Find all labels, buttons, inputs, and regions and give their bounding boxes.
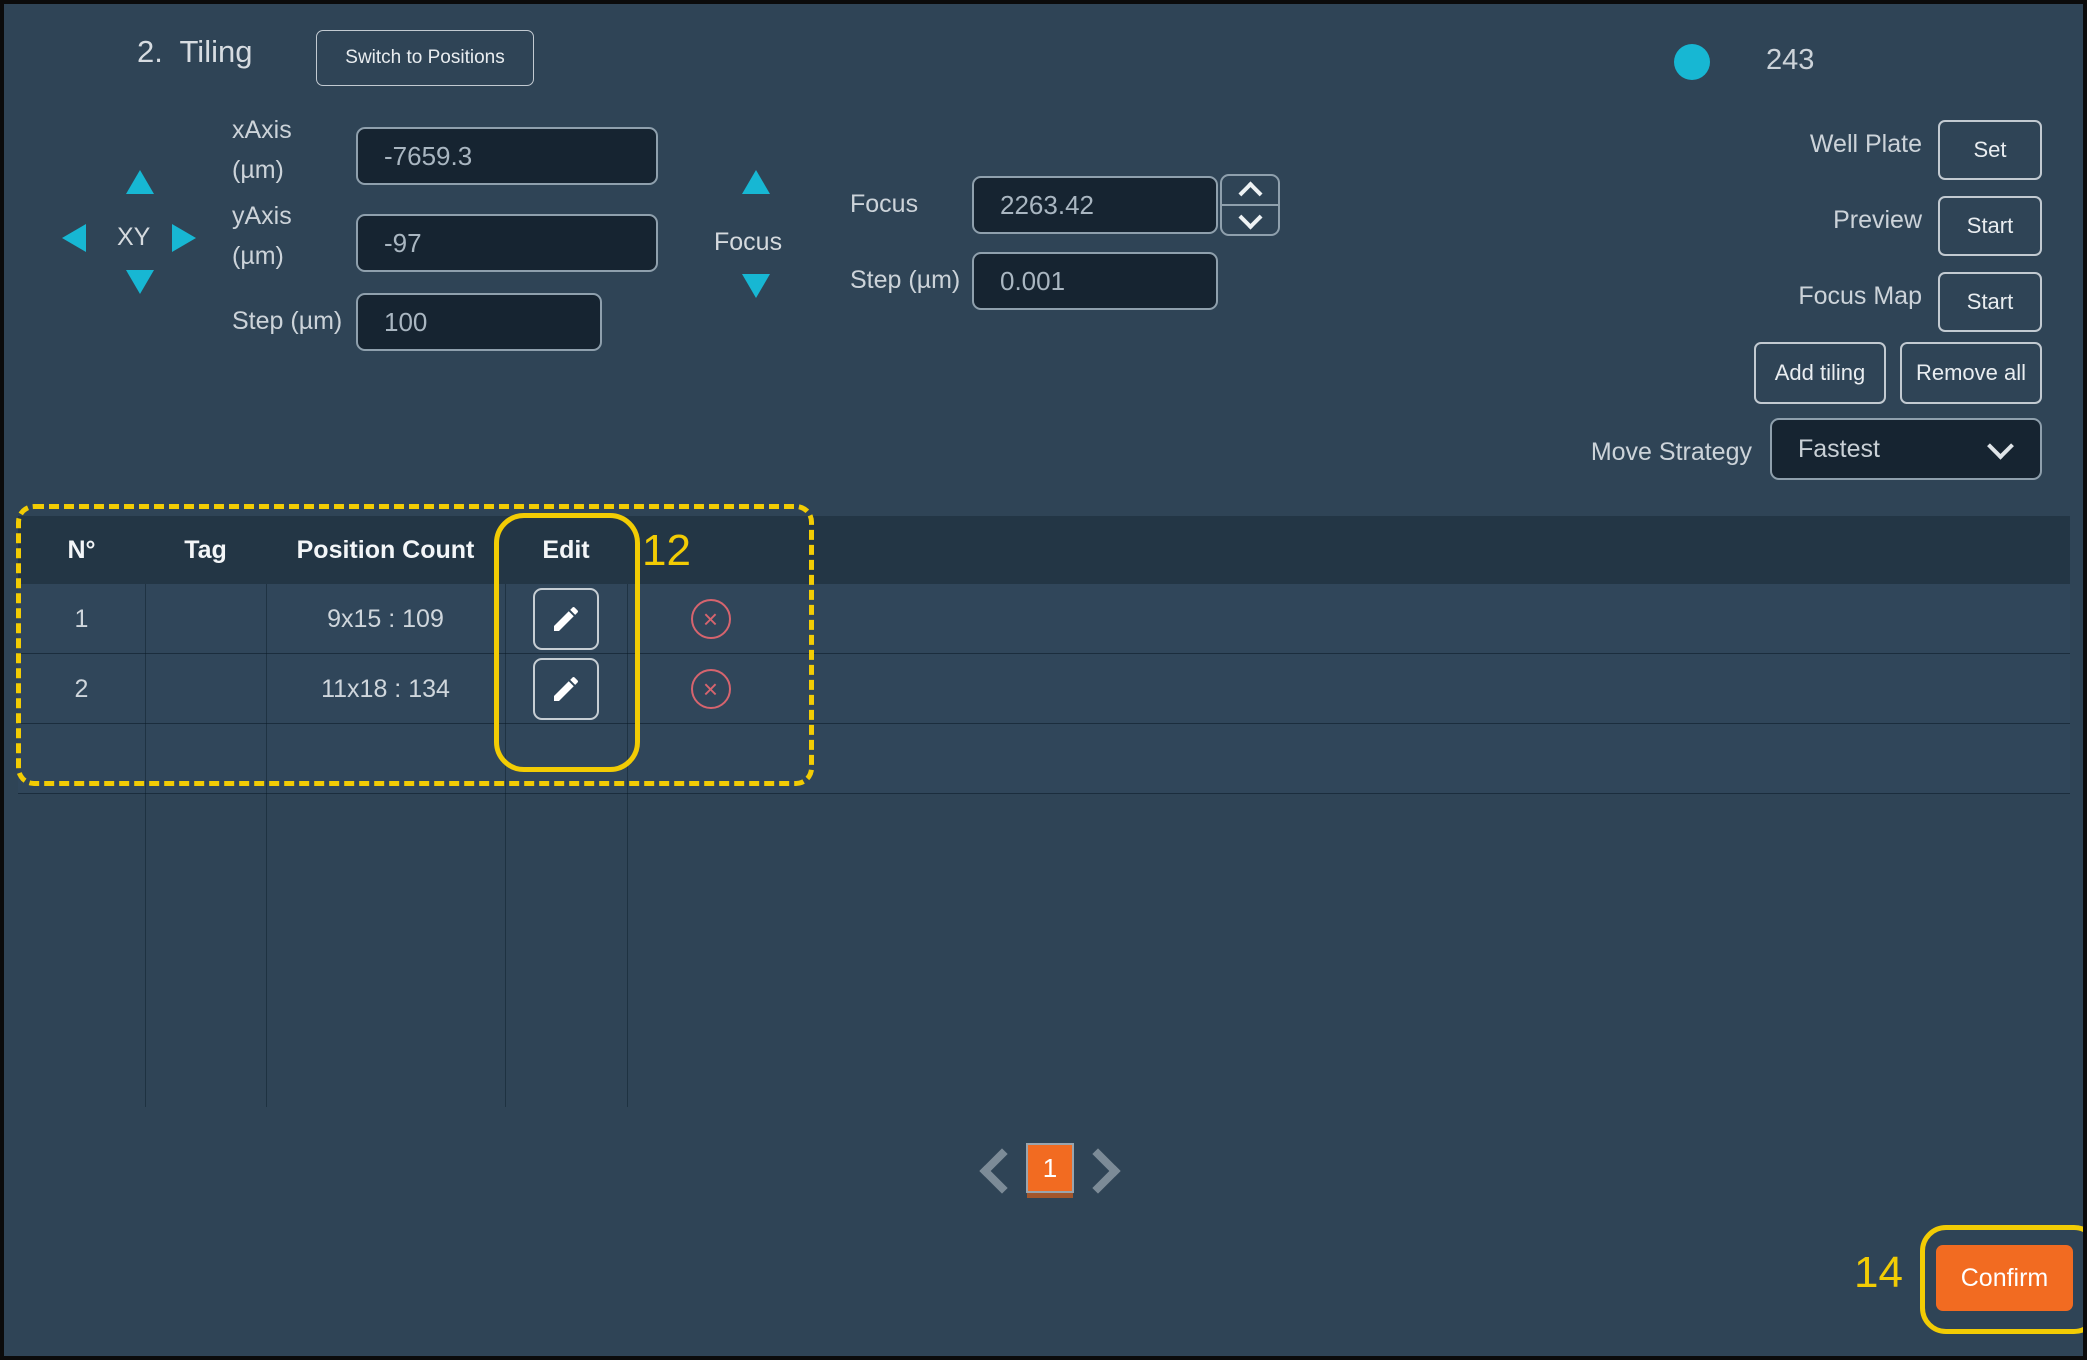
column-header-edit: Edit: [505, 516, 627, 584]
move-strategy-value: Fastest: [1798, 435, 1880, 464]
edit-button[interactable]: [533, 658, 599, 720]
delete-cell: ×: [627, 654, 794, 724]
table-row: 1 9x15 : 109 ×: [18, 584, 2070, 654]
column-header-tag: Tag: [145, 516, 266, 584]
status-dot-icon: [1674, 44, 1710, 80]
focus-step-label: Step (µm): [850, 266, 960, 295]
yaxis-unit: (µm): [232, 242, 284, 271]
yaxis-label: yAxis: [232, 202, 292, 231]
focus-spinner-down-button[interactable]: [1222, 206, 1278, 234]
column-header-n: N°: [18, 516, 145, 584]
edit-cell: [505, 584, 627, 654]
xy-right-arrow-button[interactable]: [172, 224, 196, 252]
delete-button[interactable]: ×: [691, 669, 731, 709]
edit-button[interactable]: [533, 588, 599, 650]
xy-step-input[interactable]: [356, 293, 602, 351]
annotation-step-14: 14: [1854, 1248, 1903, 1298]
x-icon: ×: [703, 606, 718, 632]
xy-step-label: Step (µm): [232, 307, 342, 336]
confirm-button[interactable]: Confirm: [1936, 1245, 2073, 1311]
focus-up-arrow-button[interactable]: [742, 170, 770, 194]
move-strategy-select[interactable]: Fastest: [1770, 418, 2042, 480]
focus-spinner: [1220, 174, 1280, 236]
page-1-button[interactable]: 1: [1026, 1143, 1074, 1193]
next-page-button[interactable]: [1075, 1148, 1120, 1193]
yaxis-input[interactable]: [356, 214, 658, 272]
tag-cell: [145, 654, 266, 724]
preview-start-button[interactable]: Start: [1938, 196, 2042, 256]
tag-cell: [145, 584, 266, 654]
focus-label: Focus: [850, 190, 918, 219]
xy-up-arrow-button[interactable]: [126, 170, 154, 194]
position-count-cell: 9x15 : 109: [266, 584, 505, 654]
pencil-icon: [550, 673, 582, 705]
xy-left-arrow-button[interactable]: [62, 224, 86, 252]
page-title: 2. Tiling: [137, 34, 252, 70]
prev-page-button[interactable]: [979, 1148, 1024, 1193]
remove-all-button[interactable]: Remove all: [1900, 342, 2042, 404]
annotation-step-12: 12: [642, 526, 691, 576]
focus-input[interactable]: [972, 176, 1218, 234]
row-number: 2: [18, 654, 145, 724]
table-gridline: [505, 584, 506, 1107]
x-icon: ×: [703, 676, 718, 702]
preview-label: Preview: [1704, 206, 1922, 235]
add-tiling-button[interactable]: Add tiling: [1754, 342, 1886, 404]
focus-pad-label: Focus: [714, 228, 782, 257]
chevron-down-icon: [1238, 205, 1262, 229]
table-gridline: [266, 584, 267, 1107]
table-gridline: [627, 584, 628, 1107]
table-row: 2 11x18 : 134 ×: [18, 654, 2070, 724]
focus-step-input[interactable]: [972, 252, 1218, 310]
position-count-cell: 11x18 : 134: [266, 654, 505, 724]
xy-down-arrow-button[interactable]: [126, 270, 154, 294]
well-plate-set-button[interactable]: Set: [1938, 120, 2042, 180]
position-counter: 243: [1766, 44, 1814, 77]
edit-cell: [505, 654, 627, 724]
row-number: 1: [18, 584, 145, 654]
switch-to-positions-button[interactable]: Switch to Positions: [316, 30, 534, 86]
pencil-icon: [550, 603, 582, 635]
well-plate-label: Well Plate: [1704, 130, 1922, 159]
chevron-up-icon: [1238, 181, 1262, 205]
focus-spinner-up-button[interactable]: [1222, 176, 1278, 204]
xaxis-label: xAxis: [232, 116, 292, 145]
column-header-position-count: Position Count: [266, 516, 505, 584]
table-row: [18, 724, 2070, 794]
delete-cell: ×: [627, 584, 794, 654]
xy-pad-label: XY: [117, 223, 150, 252]
focus-map-label: Focus Map: [1704, 282, 1922, 311]
delete-button[interactable]: ×: [691, 599, 731, 639]
xaxis-unit: (µm): [232, 156, 284, 185]
table-gridline: [145, 584, 146, 1107]
focus-down-arrow-button[interactable]: [742, 274, 770, 298]
chevron-down-icon: [1987, 433, 2014, 460]
focus-map-start-button[interactable]: Start: [1938, 272, 2042, 332]
tiling-panel: 2. Tiling Switch to Positions 243 XY xAx…: [0, 0, 2087, 1360]
xaxis-input[interactable]: [356, 127, 658, 185]
move-strategy-label: Move Strategy: [1544, 438, 1752, 467]
